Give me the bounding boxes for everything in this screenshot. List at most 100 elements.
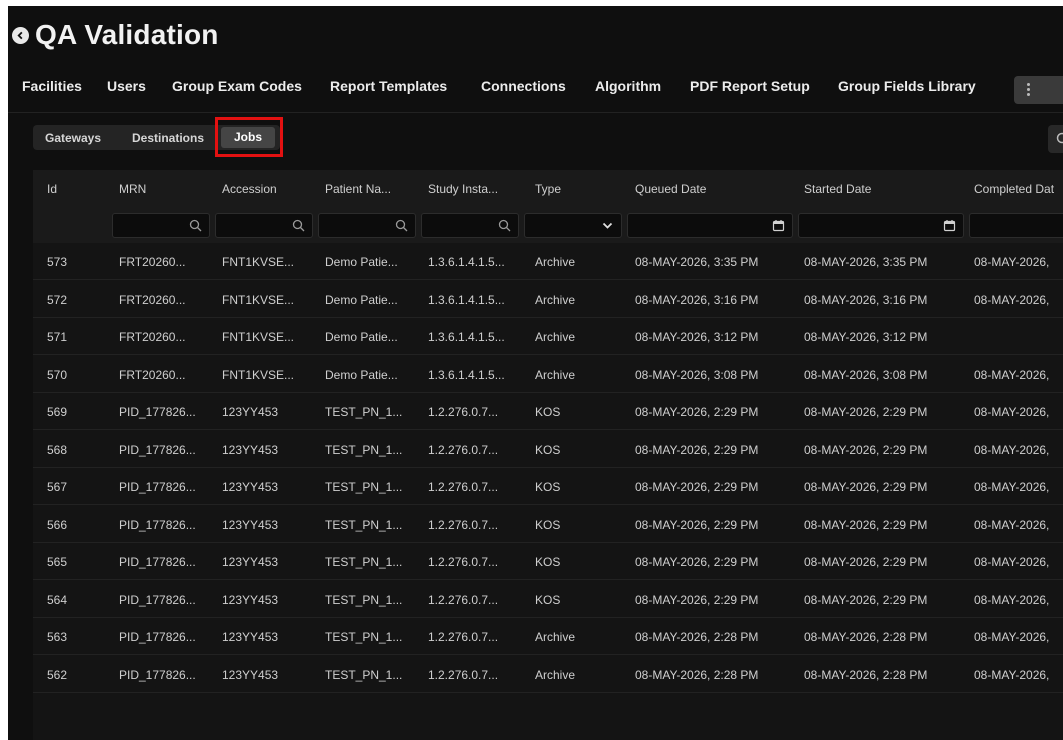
column-header-completed-date[interactable]: Completed Dat (974, 182, 1054, 196)
column-header-mrn[interactable]: MRN (119, 182, 146, 196)
table-cell: 08-MAY-2026, (974, 667, 1050, 682)
table-cell: 08-MAY-2026, (974, 480, 1050, 494)
subtab-gateways[interactable]: Gateways (45, 131, 101, 145)
patient-name-filter-input[interactable] (318, 213, 416, 238)
table-cell: 08-MAY-2026, (974, 367, 1050, 382)
table-cell: 08-MAY-2026, 2:29 PM (635, 555, 759, 569)
table-cell: 08-MAY-2026, 3:16 PM (635, 292, 759, 307)
mrn-filter-input[interactable] (112, 213, 210, 238)
table-cell: 08-MAY-2026, 2:29 PM (635, 442, 759, 457)
table-cell: PID_177826... (119, 405, 196, 419)
column-header-accession[interactable]: Accession (222, 182, 277, 196)
started-date-filter-input[interactable] (798, 213, 964, 238)
table-cell: FRT20260... (119, 330, 186, 344)
column-header-study-instance[interactable]: Study Insta... (428, 182, 498, 196)
study-instance-filter-input[interactable] (421, 213, 519, 238)
table-row[interactable]: 565 PID_177826... 123YY453 TEST_PN_1... 1.2.… (33, 543, 1063, 580)
table-cell: 569 (47, 405, 68, 419)
table-row[interactable]: 562 PID_177826... 123YY453 TEST_PN_1... 1.2.… (33, 656, 1063, 693)
search-icon (292, 219, 305, 232)
table-cell: 08-MAY-2026, 2:29 PM (804, 480, 928, 494)
more-button[interactable] (1014, 76, 1063, 104)
table-cell: Archive (535, 255, 576, 269)
table-cell: 08-MAY-2026, (974, 517, 1050, 532)
table-row[interactable]: 573 FRT20260... FNT1KVSE... Demo Patie... 1.… (33, 243, 1063, 280)
app-window: QA Validation Facilities Users Group Exa… (8, 6, 1063, 740)
table-cell: 08-MAY-2026, 2:28 PM (804, 667, 928, 682)
search-icon (189, 219, 202, 232)
table-row[interactable]: 572 FRT20260... FNT1KVSE... Demo Patie... 1.… (33, 281, 1063, 318)
table-cell: 08-MAY-2026, (974, 592, 1050, 607)
back-button[interactable] (12, 26, 29, 44)
table-cell: 123YY453 (222, 480, 279, 494)
tab-algorithm[interactable]: Algorithm (595, 78, 661, 94)
table-cell: 1.2.276.0.7... (428, 667, 499, 682)
table-cell: PID_177826... (119, 442, 196, 457)
table-row[interactable]: 568 PID_177826... 123YY453 TEST_PN_1... 1.2.… (33, 431, 1063, 468)
grid-search-button[interactable] (1048, 125, 1063, 153)
table-cell: 1.2.276.0.7... (428, 630, 499, 644)
tab-report-templates[interactable]: Report Templates (330, 78, 447, 94)
table-row[interactable]: 564 PID_177826... 123YY453 TEST_PN_1... 1.2.… (33, 581, 1063, 618)
table-row[interactable]: 567 PID_177826... 123YY453 TEST_PN_1... 1.2.… (33, 468, 1063, 505)
table-row[interactable]: 570 FRT20260... FNT1KVSE... Demo Patie... 1.… (33, 356, 1063, 393)
table-cell: 08-MAY-2026, 2:28 PM (804, 630, 928, 644)
column-header-type[interactable]: Type (535, 182, 561, 196)
table-row[interactable]: 571 FRT20260... FNT1KVSE... Demo Patie... 1.… (33, 318, 1063, 355)
table-cell: 123YY453 (222, 555, 279, 569)
table-cell: 1.3.6.1.4.1.5... (428, 292, 505, 307)
table-cell: 123YY453 (222, 517, 279, 532)
table-cell: 123YY453 (222, 592, 279, 607)
table-row[interactable]: 566 PID_177826... 123YY453 TEST_PN_1... 1.2.… (33, 506, 1063, 543)
tab-facilities[interactable]: Facilities (22, 78, 82, 94)
table-cell: 571 (47, 330, 68, 344)
table-cell: 08-MAY-2026, (974, 555, 1050, 569)
accession-filter-input[interactable] (215, 213, 313, 238)
table-cell: 08-MAY-2026, 3:12 PM (635, 330, 759, 344)
table-cell: 08-MAY-2026, 2:28 PM (635, 667, 759, 682)
column-header-patient-name[interactable]: Patient Na... (325, 182, 391, 196)
type-filter-select[interactable] (524, 213, 622, 238)
completed-date-filter-input[interactable] (969, 213, 1063, 238)
tab-group-fields-library[interactable]: Group Fields Library (838, 78, 976, 94)
table-cell: 08-MAY-2026, 2:29 PM (804, 517, 928, 532)
calendar-icon (943, 220, 956, 232)
search-icon (1056, 132, 1063, 144)
table-cell: 1.3.6.1.4.1.5... (428, 255, 505, 269)
table-row[interactable]: 569 PID_177826... 123YY453 TEST_PN_1... 1.2.… (33, 393, 1063, 430)
back-arrow-icon (17, 31, 23, 39)
table-row[interactable]: 563 PID_177826... 123YY453 TEST_PN_1... 1.2.… (33, 618, 1063, 655)
table-cell: 08-MAY-2026, (974, 405, 1050, 419)
tab-pdf-report-setup[interactable]: PDF Report Setup (690, 78, 810, 94)
table-cell: TEST_PN_1... (325, 405, 403, 419)
table-cell: Archive (535, 330, 576, 344)
table-cell: KOS (535, 480, 561, 494)
table-cell: FRT20260... (119, 367, 186, 382)
tab-users[interactable]: Users (107, 78, 146, 94)
table-cell: FNT1KVSE... (222, 330, 295, 344)
subtab-destinations[interactable]: Destinations (132, 131, 204, 145)
table-cell: FRT20260... (119, 255, 186, 269)
table-cell: 08-MAY-2026, 2:29 PM (804, 555, 928, 569)
table-cell: TEST_PN_1... (325, 480, 403, 494)
table-cell: 08-MAY-2026, 2:29 PM (635, 480, 759, 494)
tab-connections[interactable]: Connections (481, 78, 566, 94)
column-header-queued-date[interactable]: Queued Date (635, 182, 706, 196)
table-cell: 562 (47, 667, 68, 682)
column-header-started-date[interactable]: Started Date (804, 182, 871, 196)
table-cell: 08-MAY-2026, (974, 292, 1050, 307)
tab-group-exam-codes[interactable]: Group Exam Codes (172, 78, 302, 94)
table-cell: 08-MAY-2026, 2:29 PM (635, 405, 759, 419)
table-cell: 1.3.6.1.4.1.5... (428, 330, 505, 344)
jobs-table: Id MRN Accession Patient Na... Study Ins… (33, 170, 1063, 740)
title-bar: QA Validation (8, 18, 219, 52)
column-header-id[interactable]: Id (47, 182, 57, 196)
table-cell: 568 (47, 442, 68, 457)
table-cell: 123YY453 (222, 667, 279, 682)
table-cell: 572 (47, 292, 68, 307)
table-cell: PID_177826... (119, 630, 196, 644)
table-cell: Demo Patie... (325, 255, 398, 269)
queued-date-filter-input[interactable] (627, 213, 793, 238)
table-cell: 08-MAY-2026, 2:29 PM (635, 592, 759, 607)
table-cell: 566 (47, 517, 68, 532)
